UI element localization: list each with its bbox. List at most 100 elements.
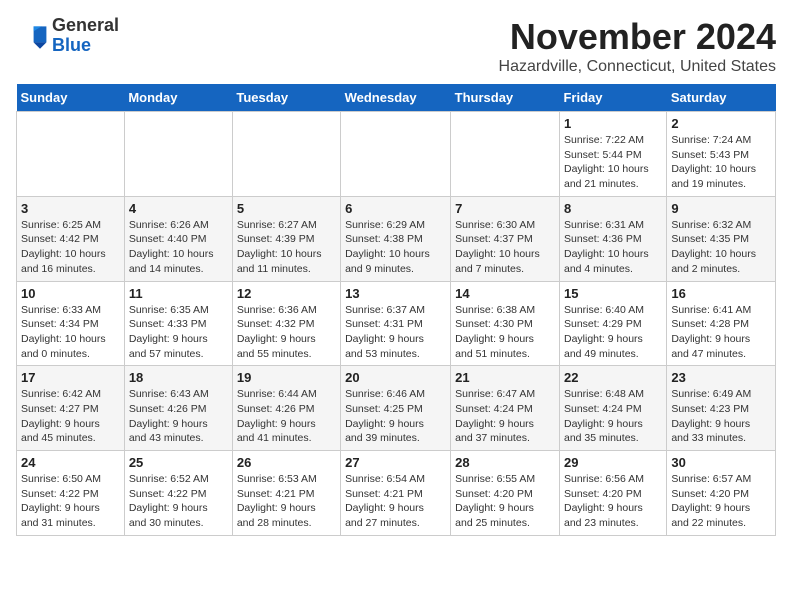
weekday-header-sunday: Sunday <box>17 84 125 112</box>
day-number: 17 <box>21 370 120 385</box>
day-info: Sunrise: 6:25 AM Sunset: 4:42 PM Dayligh… <box>21 218 120 277</box>
day-info: Sunrise: 6:48 AM Sunset: 4:24 PM Dayligh… <box>564 387 662 446</box>
day-number: 3 <box>21 201 120 216</box>
location: Hazardville, Connecticut, United States <box>499 58 776 76</box>
calendar-cell: 10 Sunrise: 6:33 AM Sunset: 4:34 PM Dayli… <box>17 281 125 366</box>
weekday-header-saturday: Saturday <box>667 84 776 112</box>
day-number: 30 <box>671 455 771 470</box>
day-number: 14 <box>455 286 555 301</box>
header: General Blue November 2024 Hazardville, … <box>16 16 776 76</box>
logo-blue: Blue <box>52 35 91 55</box>
calendar-cell: 29 Sunrise: 6:56 AM Sunset: 4:20 PM Dayli… <box>559 451 666 536</box>
day-info: Sunrise: 7:22 AM Sunset: 5:44 PM Dayligh… <box>564 133 662 192</box>
calendar-cell: 13 Sunrise: 6:37 AM Sunset: 4:31 PM Dayli… <box>341 281 451 366</box>
calendar-cell: 11 Sunrise: 6:35 AM Sunset: 4:33 PM Dayli… <box>124 281 232 366</box>
day-number: 21 <box>455 370 555 385</box>
calendar-cell: 24Sunrise: 6:50 AM Sunset: 4:22 PM Dayli… <box>17 451 125 536</box>
day-info: Sunrise: 6:37 AM Sunset: 4:31 PM Dayligh… <box>345 303 446 362</box>
day-info: Sunrise: 6:57 AM Sunset: 4:20 PM Dayligh… <box>671 472 771 531</box>
calendar-cell: 19 Sunrise: 6:44 AM Sunset: 4:26 PM Dayli… <box>232 366 340 451</box>
weekday-header-thursday: Thursday <box>451 84 560 112</box>
calendar-cell: 15 Sunrise: 6:40 AM Sunset: 4:29 PM Dayli… <box>559 281 666 366</box>
calendar-cell: 27Sunrise: 6:54 AM Sunset: 4:21 PM Dayli… <box>341 451 451 536</box>
day-info: Sunrise: 6:40 AM Sunset: 4:29 PM Dayligh… <box>564 303 662 362</box>
day-number: 7 <box>455 201 555 216</box>
day-number: 15 <box>564 286 662 301</box>
day-number: 29 <box>564 455 662 470</box>
day-info: Sunrise: 6:56 AM Sunset: 4:20 PM Dayligh… <box>564 472 662 531</box>
calendar-cell: 18Sunrise: 6:43 AM Sunset: 4:26 PM Dayli… <box>124 366 232 451</box>
day-number: 2 <box>671 116 771 131</box>
day-number: 11 <box>129 286 228 301</box>
day-info: Sunrise: 6:44 AM Sunset: 4:26 PM Dayligh… <box>237 387 336 446</box>
logo: General Blue <box>16 16 119 56</box>
calendar-cell: 30 Sunrise: 6:57 AM Sunset: 4:20 PM Dayli… <box>667 451 776 536</box>
weekday-header-tuesday: Tuesday <box>232 84 340 112</box>
day-number: 28 <box>455 455 555 470</box>
calendar-cell: 7Sunrise: 6:30 AM Sunset: 4:37 PM Daylig… <box>451 196 560 281</box>
calendar-week-row: 1 Sunrise: 7:22 AM Sunset: 5:44 PM Daylig… <box>17 112 776 197</box>
calendar-cell: 22 Sunrise: 6:48 AM Sunset: 4:24 PM Dayli… <box>559 366 666 451</box>
day-number: 5 <box>237 201 336 216</box>
calendar-cell: 21 Sunrise: 6:47 AM Sunset: 4:24 PM Dayli… <box>451 366 560 451</box>
day-info: Sunrise: 6:31 AM Sunset: 4:36 PM Dayligh… <box>564 218 662 277</box>
day-info: Sunrise: 6:35 AM Sunset: 4:33 PM Dayligh… <box>129 303 228 362</box>
day-number: 12 <box>237 286 336 301</box>
calendar-header-row: SundayMondayTuesdayWednesdayThursdayFrid… <box>17 84 776 112</box>
calendar-cell: 1 Sunrise: 7:22 AM Sunset: 5:44 PM Daylig… <box>559 112 666 197</box>
calendar-cell <box>124 112 232 197</box>
calendar-cell: 14 Sunrise: 6:38 AM Sunset: 4:30 PM Dayli… <box>451 281 560 366</box>
calendar-table: SundayMondayTuesdayWednesdayThursdayFrid… <box>16 84 776 536</box>
day-info: Sunrise: 6:29 AM Sunset: 4:38 PM Dayligh… <box>345 218 446 277</box>
day-info: Sunrise: 6:54 AM Sunset: 4:21 PM Dayligh… <box>345 472 446 531</box>
day-number: 24 <box>21 455 120 470</box>
calendar-cell <box>17 112 125 197</box>
day-number: 6 <box>345 201 446 216</box>
calendar-cell: 9 Sunrise: 6:32 AM Sunset: 4:35 PM Daylig… <box>667 196 776 281</box>
day-info: Sunrise: 6:32 AM Sunset: 4:35 PM Dayligh… <box>671 218 771 277</box>
day-number: 4 <box>129 201 228 216</box>
calendar-cell: 16Sunrise: 6:41 AM Sunset: 4:28 PM Dayli… <box>667 281 776 366</box>
day-number: 8 <box>564 201 662 216</box>
logo-icon <box>16 20 48 52</box>
calendar-cell: 6 Sunrise: 6:29 AM Sunset: 4:38 PM Daylig… <box>341 196 451 281</box>
day-number: 23 <box>671 370 771 385</box>
calendar-cell <box>451 112 560 197</box>
day-number: 1 <box>564 116 662 131</box>
calendar-cell: 20Sunrise: 6:46 AM Sunset: 4:25 PM Dayli… <box>341 366 451 451</box>
day-info: Sunrise: 6:41 AM Sunset: 4:28 PM Dayligh… <box>671 303 771 362</box>
calendar-cell: 25 Sunrise: 6:52 AM Sunset: 4:22 PM Dayli… <box>124 451 232 536</box>
calendar-week-row: 10 Sunrise: 6:33 AM Sunset: 4:34 PM Dayli… <box>17 281 776 366</box>
calendar-cell: 2 Sunrise: 7:24 AM Sunset: 5:43 PM Daylig… <box>667 112 776 197</box>
day-info: Sunrise: 6:36 AM Sunset: 4:32 PM Dayligh… <box>237 303 336 362</box>
day-info: Sunrise: 6:42 AM Sunset: 4:27 PM Dayligh… <box>21 387 120 446</box>
day-number: 22 <box>564 370 662 385</box>
title-area: November 2024 Hazardville, Connecticut, … <box>499 16 776 76</box>
day-info: Sunrise: 6:33 AM Sunset: 4:34 PM Dayligh… <box>21 303 120 362</box>
calendar-week-row: 3 Sunrise: 6:25 AM Sunset: 4:42 PM Daylig… <box>17 196 776 281</box>
calendar-cell: 17 Sunrise: 6:42 AM Sunset: 4:27 PM Dayli… <box>17 366 125 451</box>
calendar-cell: 28Sunrise: 6:55 AM Sunset: 4:20 PM Dayli… <box>451 451 560 536</box>
day-info: Sunrise: 6:43 AM Sunset: 4:26 PM Dayligh… <box>129 387 228 446</box>
day-number: 13 <box>345 286 446 301</box>
calendar-cell <box>232 112 340 197</box>
calendar-week-row: 24Sunrise: 6:50 AM Sunset: 4:22 PM Dayli… <box>17 451 776 536</box>
calendar-cell: 4Sunrise: 6:26 AM Sunset: 4:40 PM Daylig… <box>124 196 232 281</box>
day-number: 19 <box>237 370 336 385</box>
day-number: 10 <box>21 286 120 301</box>
month-title: November 2024 <box>499 16 776 58</box>
logo-general: General <box>52 15 119 35</box>
day-number: 20 <box>345 370 446 385</box>
weekday-header-wednesday: Wednesday <box>341 84 451 112</box>
day-number: 26 <box>237 455 336 470</box>
calendar-cell: 12 Sunrise: 6:36 AM Sunset: 4:32 PM Dayli… <box>232 281 340 366</box>
day-info: Sunrise: 6:52 AM Sunset: 4:22 PM Dayligh… <box>129 472 228 531</box>
day-info: Sunrise: 7:24 AM Sunset: 5:43 PM Dayligh… <box>671 133 771 192</box>
day-info: Sunrise: 6:47 AM Sunset: 4:24 PM Dayligh… <box>455 387 555 446</box>
day-info: Sunrise: 6:38 AM Sunset: 4:30 PM Dayligh… <box>455 303 555 362</box>
calendar-cell: 5Sunrise: 6:27 AM Sunset: 4:39 PM Daylig… <box>232 196 340 281</box>
day-number: 25 <box>129 455 228 470</box>
calendar-week-row: 17 Sunrise: 6:42 AM Sunset: 4:27 PM Dayli… <box>17 366 776 451</box>
day-number: 9 <box>671 201 771 216</box>
calendar-cell: 3 Sunrise: 6:25 AM Sunset: 4:42 PM Daylig… <box>17 196 125 281</box>
